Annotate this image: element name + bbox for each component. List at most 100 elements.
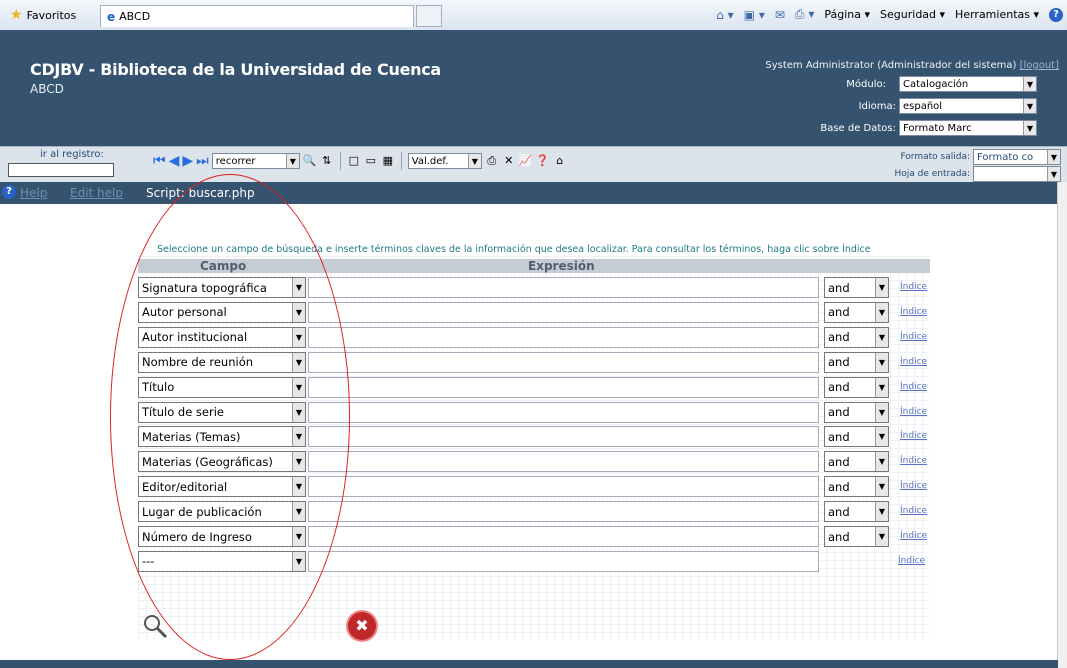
help-link[interactable]: Help: [20, 186, 47, 200]
prev-record-icon[interactable]: ◀: [169, 153, 180, 169]
index-link[interactable]: Índice: [898, 556, 925, 566]
campo-select[interactable]: Autor personal ▼: [138, 301, 306, 323]
mail-icon[interactable]: ✉: [775, 8, 785, 22]
operator-select[interactable]: and ▼: [824, 501, 889, 523]
index-link[interactable]: Índice: [900, 382, 927, 392]
search-button[interactable]: [140, 612, 172, 640]
expresion-input[interactable]: [308, 451, 819, 473]
stats-icon[interactable]: 📈: [519, 154, 533, 168]
operator-select[interactable]: and ▼: [824, 301, 889, 323]
cancel-button[interactable]: ✖: [348, 612, 376, 640]
search-icon[interactable]: 🔍: [303, 154, 317, 168]
footer-bar: [0, 660, 1058, 668]
home-icon[interactable]: ⌂ ▾: [716, 8, 733, 22]
base-select[interactable]: Formato Marc ▼: [899, 120, 1037, 136]
browse-select[interactable]: recorrer ▼: [211, 153, 300, 169]
home-icon[interactable]: ⌂: [553, 154, 567, 168]
chevron-down-icon: ▼: [875, 477, 888, 497]
modulo-select[interactable]: Catalogación ▼: [899, 76, 1037, 92]
chevron-down-icon: ▼: [292, 551, 305, 571]
valdef-select[interactable]: Val.def. ▼: [407, 153, 482, 169]
toolbar-divider: [339, 152, 341, 170]
ie-logo-icon: e: [107, 9, 116, 24]
print-icon[interactable]: ⎙ ▾: [795, 7, 814, 22]
campo-select[interactable]: Título ▼: [138, 376, 306, 398]
expresion-input[interactable]: [308, 376, 819, 398]
first-record-icon[interactable]: ⏮: [153, 153, 166, 169]
campo-select[interactable]: Título de serie ▼: [138, 401, 306, 423]
sort-icon[interactable]: ⇅: [320, 154, 334, 168]
tools-menu[interactable]: Herramientas ▾: [955, 8, 1039, 21]
campo-select[interactable]: Nombre de reunión ▼: [138, 351, 306, 373]
campo-select[interactable]: Materias (Temas) ▼: [138, 426, 306, 448]
index-link[interactable]: Índice: [900, 282, 927, 292]
hoja-select[interactable]: ▼: [973, 166, 1061, 182]
index-link[interactable]: Índice: [900, 506, 927, 516]
operator-select[interactable]: and ▼: [824, 277, 889, 298]
index-link[interactable]: Índice: [900, 431, 927, 441]
next-record-icon[interactable]: ▶: [182, 153, 193, 169]
campo-select[interactable]: Materias (Geográficas) ▼: [138, 451, 306, 473]
index-link[interactable]: Índice: [900, 307, 927, 317]
index-link[interactable]: Índice: [900, 531, 927, 541]
help-icon[interactable]: ❓: [536, 154, 550, 168]
browser-tab[interactable]: e ABCD: [100, 5, 414, 27]
operator-value: and: [828, 529, 850, 544]
feeds-icon[interactable]: ▣ ▾: [744, 8, 765, 22]
security-menu[interactable]: Seguridad ▾: [880, 8, 945, 21]
logout-link[interactable]: [logout]: [1020, 60, 1059, 71]
edit-help-link[interactable]: Edit help: [70, 186, 123, 200]
campo-value: Materias (Geográficas): [142, 454, 273, 469]
new-record-icon[interactable]: □: [347, 154, 361, 168]
index-link[interactable]: Índice: [900, 407, 927, 417]
chevron-down-icon: ▼: [875, 327, 888, 347]
idioma-select[interactable]: español ▼: [899, 98, 1037, 114]
campo-select[interactable]: Número de Ingreso ▼: [138, 526, 306, 547]
export-icon[interactable]: ▦: [381, 154, 395, 168]
formato-select[interactable]: Formato co ▼: [973, 149, 1061, 165]
index-link[interactable]: Índice: [900, 481, 927, 491]
print-icon[interactable]: ⎙: [485, 154, 499, 168]
delete-icon[interactable]: ✕: [502, 154, 516, 168]
campo-value: Autor institucional: [142, 330, 248, 345]
expresion-input[interactable]: [308, 277, 819, 298]
favorites-button[interactable]: ★ Favoritos: [4, 5, 82, 25]
operator-select[interactable]: and ▼: [824, 476, 889, 498]
page-menu[interactable]: Página ▾: [824, 8, 870, 21]
copy-icon[interactable]: ▭: [364, 154, 378, 168]
chevron-down-icon: ▼: [292, 427, 305, 447]
index-link[interactable]: Índice: [900, 332, 927, 342]
campo-select[interactable]: --- ▼: [138, 550, 306, 572]
index-link[interactable]: Índice: [900, 456, 927, 466]
campo-select[interactable]: Lugar de publicación ▼: [138, 501, 306, 523]
goto-record-input[interactable]: [8, 163, 114, 177]
operator-select[interactable]: and ▼: [824, 451, 889, 473]
expresion-input[interactable]: [308, 526, 819, 547]
help-icon[interactable]: ?: [1049, 7, 1063, 22]
chevron-down-icon: ▼: [1047, 150, 1060, 164]
chevron-down-icon: ▼: [1047, 167, 1060, 181]
expresion-input[interactable]: [308, 426, 819, 448]
operator-select[interactable]: and ▼: [824, 326, 889, 348]
operator-select[interactable]: and ▼: [824, 426, 889, 448]
new-tab-button[interactable]: [416, 5, 442, 27]
operator-select[interactable]: and ▼: [824, 526, 889, 547]
operator-select[interactable]: and ▼: [824, 376, 889, 398]
expresion-input[interactable]: [308, 351, 819, 373]
campo-select[interactable]: Editor/editorial ▼: [138, 476, 306, 498]
expresion-input[interactable]: [308, 401, 819, 423]
expresion-input[interactable]: [308, 326, 819, 348]
expresion-input[interactable]: [308, 301, 819, 323]
operator-select[interactable]: and ▼: [824, 401, 889, 423]
last-record-icon[interactable]: ⏭: [196, 153, 209, 169]
page-scrollbar[interactable]: [1057, 182, 1067, 668]
index-link[interactable]: Índice: [900, 357, 927, 367]
operator-select[interactable]: and ▼: [824, 351, 889, 373]
expresion-input[interactable]: [308, 501, 819, 523]
campo-select[interactable]: Autor institucional ▼: [138, 326, 306, 348]
expresion-input[interactable]: [308, 476, 819, 498]
chevron-down-icon: ▼: [1023, 121, 1036, 135]
campo-value: Materias (Temas): [142, 429, 241, 444]
expresion-input[interactable]: [308, 550, 819, 572]
campo-select[interactable]: Signatura topográfica ▼: [138, 277, 306, 298]
